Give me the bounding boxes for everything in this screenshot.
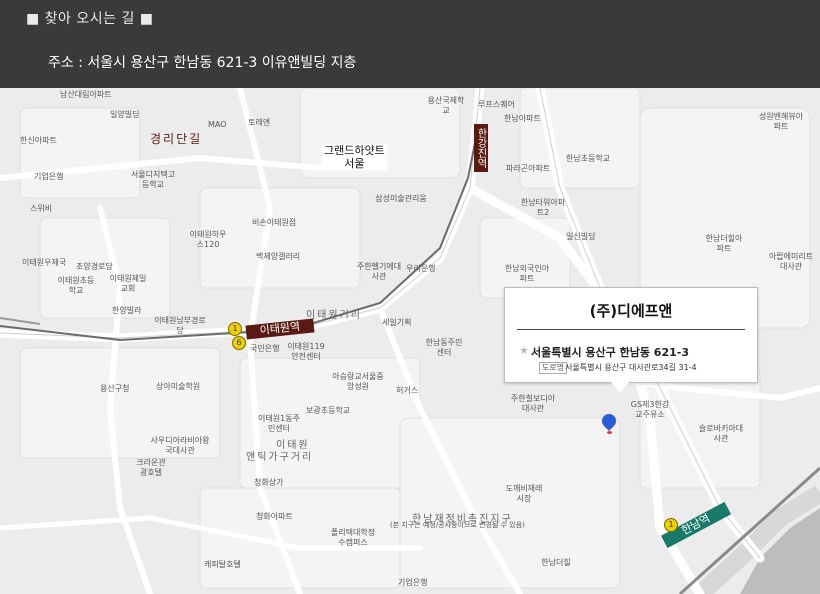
poi-cheongwha: 청화상가 (254, 478, 284, 487)
grand-hyatt-label: 그랜드하얏트 서울 (322, 144, 387, 170)
poi-woori-bank: 우리은행 (406, 264, 436, 273)
page-title: ■ 찾아 오시는 길 ■ (26, 11, 154, 27)
line-6-badge: 6 (232, 336, 246, 350)
road-name-badge: 도로명 (539, 362, 568, 374)
line-1-badge: 1 (228, 322, 242, 336)
poi-polytech: 폴리텍대학정수캠퍼스 (330, 528, 376, 547)
poi-itaewon1dong: 이태원1동주민센터 (258, 414, 300, 433)
poi-hannam-apt: 한남아파트 (504, 114, 541, 123)
gyeongridan-label: 경리단길 (150, 132, 203, 146)
poi-ilyang: 일양빌딩 (110, 110, 140, 119)
hannam-zone-note: (본 지구는 예정/공사중이므로 변경될 수 있음) (390, 521, 525, 529)
poi-belgium-embassy: 주한벨기에대사관 (356, 262, 402, 281)
poi-itaewon-119: 이태원119안전센터 (287, 342, 325, 361)
poi-slovakia-embassy: 슬로바키아대사관 (698, 424, 744, 443)
poi-dokkaebi: 도깨비재래시장 (505, 484, 543, 503)
poi-loopsquare: 루프스퀘어 (478, 100, 515, 109)
poi-crown-hotel: 크라운관광호텔 (136, 458, 166, 477)
poi-yongsan-gu: 용산구청 (100, 384, 130, 393)
poi-baekje: 백제양갤러리 (256, 252, 301, 261)
poi-namsan: 남산대림아파트 (60, 90, 112, 99)
poi-hannam-tower: 한남타워아파트2 (520, 198, 566, 217)
poi-seongwon: 성원밴해뷰아파트 (758, 112, 804, 131)
poi-foreign-apt: 한남외국인아파트 (504, 264, 550, 283)
infobox-address: 서울특별시 용산구 한남동 621-3 (531, 346, 689, 359)
company-name: (주)디에프앤 (589, 302, 673, 320)
poi-gs-station: GS제3한강교주유소 (630, 400, 670, 419)
page-header: ■ 찾아 오시는 길 ■ 주소 : 서울시 용산구 한남동 621-3 이유앤빌… (0, 0, 820, 88)
pin-shadow (607, 431, 612, 434)
poi-capital-hotel: 캐피탈호텔 (204, 560, 241, 569)
address-text: 주소 : 서울시 용산구 한남동 621-3 이유앤빌딩 지층 (48, 55, 357, 71)
poi-hannam-daehill: 한남더힐 (541, 558, 571, 567)
itaewon-street-label: 이태원거리 (306, 310, 362, 321)
poi-hagus: 허거스 (396, 386, 419, 395)
poi-cheongwha-apt: 청화아파트 (256, 512, 293, 521)
road-address: 서울특별시 용산구 대사관로34길 31-4 (565, 363, 697, 372)
poi-sangwoo: 상아미술학원 (156, 382, 201, 391)
poi-itaewon-house: 이태원하우스120 (189, 230, 227, 249)
infobox-divider (517, 329, 745, 330)
poi-kookmin-bank: 국민은행 (250, 344, 280, 353)
poi-paragon: 파라곤아파트 (506, 164, 551, 173)
poi-itaewon-elementary: 이태원초등학교 (57, 276, 95, 295)
poi-yongsan-intl: 용산국제학교 (427, 96, 465, 115)
hangangjin-station[interactable]: 한강진역 (474, 124, 488, 172)
poi-gieop-bank-2: 기업은행 (398, 578, 428, 587)
poi-uae-embassy: 아랍에미리트대사관 (768, 252, 814, 271)
poi-bison: 비손이태원점 (252, 218, 297, 227)
poi-hansin-apt: 한신아파트 (20, 136, 57, 145)
poi-seoul-digital: 서울디지텍고등학교 (130, 170, 176, 189)
location-infobox: (주)디에프앤 ★ 서울특별시 용산구 한남동 621-3 도로명 서울특별시 … (504, 287, 758, 383)
hannam-line-badge: 1 (664, 518, 678, 532)
poi-seil: 세일기획 (382, 318, 412, 327)
poi-ilsin: 일신빌딩 (566, 232, 596, 241)
poi-itaewon-post: 이태원우체국 (22, 258, 67, 267)
poi-hannam-daehill-apt: 한남더힐아파트 (705, 234, 743, 253)
poi-bogwang-school: 보광초등학교 (306, 406, 351, 415)
map-area[interactable]: 경리단길 그랜드하얏트 서울 이태원거리 이태원 앤틱가구거리 한남재정비촉진지… (0, 88, 820, 594)
poi-hannam-school: 한남초등학교 (566, 154, 611, 163)
poi-gieop-bank: 기업은행 (34, 172, 64, 181)
poi-mao: MAO (208, 120, 227, 129)
infobox-pointer (610, 381, 630, 393)
poi-jodeok: 조양경로당 (76, 262, 113, 271)
poi-cambodia-embassy: 주한칠보디아대사관 (510, 394, 556, 413)
poi-itaewon-church: 이태원제일교회 (109, 274, 147, 293)
poi-saudi-embassy: 사우디아라비아왕국대사관 (150, 436, 210, 455)
star-icon: ★ (519, 344, 529, 357)
poi-suby: 스위비 (30, 204, 53, 213)
antique-street-label: 앤틱가구거리 (246, 452, 314, 463)
poi-hanyang-villa: 한양빌라 (112, 306, 142, 315)
poi-torre: 토레앤 (248, 118, 271, 127)
poi-samsung-museum: 삼성미술관리움 (375, 194, 427, 203)
poi-hannam-center: 한남동주민센터 (425, 338, 463, 357)
poi-mosque: 아승랑교서울중앙성원 (332, 372, 384, 391)
poi-itaewon-senior: 이태원남부경로당 (154, 316, 206, 335)
